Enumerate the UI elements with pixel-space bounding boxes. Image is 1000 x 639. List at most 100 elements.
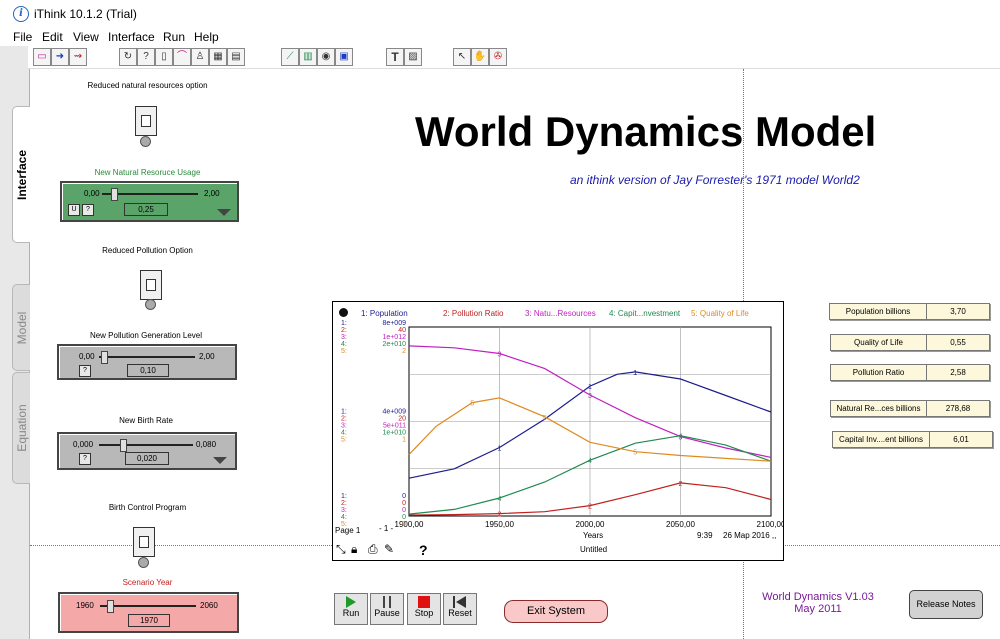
graph-tool-icon[interactable]: ⌒ <box>173 48 191 66</box>
hand-tool-icon[interactable]: ✋ <box>471 48 489 66</box>
slider-value[interactable]: 0,25 <box>124 203 168 216</box>
reset-button-label: Reset <box>448 608 472 618</box>
stop-button-label: Stop <box>414 608 434 618</box>
slider-thumb[interactable] <box>100 351 108 364</box>
page-subtitle: an ithink version of Jay Forrester's 197… <box>570 173 860 187</box>
stop-button[interactable]: Stop <box>407 593 441 625</box>
y-tick-label: 40 <box>398 327 406 334</box>
exit-system-button[interactable]: Exit System <box>504 600 608 623</box>
slider-help-button[interactable]: ? <box>82 204 94 216</box>
flow-tool-icon[interactable]: ➜ <box>51 48 69 66</box>
dynamite-tool-icon[interactable]: ✇ <box>489 48 507 66</box>
numeric-tool-icon[interactable]: ▤ <box>227 48 245 66</box>
print-icon[interactable]: ⎙ <box>368 542 378 557</box>
text-tool-icon[interactable]: T <box>386 48 404 66</box>
picture-tool-icon[interactable]: ▨ <box>404 48 422 66</box>
converter-tool-icon[interactable]: ↻ <box>119 48 137 66</box>
version-info: World Dynamics V1.03 May 2011 <box>756 591 880 615</box>
switch-light-icon <box>138 557 149 568</box>
series-marker: 5 <box>470 401 474 408</box>
reduced-resources-switch[interactable] <box>135 106 157 136</box>
line-graph-icon[interactable]: ⟋ <box>281 48 299 66</box>
slider-value[interactable]: 1970 <box>128 614 170 627</box>
menu-run[interactable]: Run <box>163 30 185 44</box>
population-display: Population billions 3,70 <box>829 303 990 320</box>
x-tick-label: 1900,00 <box>395 520 424 529</box>
pause-icon <box>383 596 391 608</box>
version-date: May 2011 <box>794 603 842 615</box>
y-axis-series-number: 1: <box>341 409 347 416</box>
tab-interface[interactable]: Interface <box>12 106 30 243</box>
menu-file[interactable]: File <box>13 30 32 44</box>
x-axis-label: Years <box>583 531 604 540</box>
connector-tool-icon[interactable]: ⇝ <box>69 48 87 66</box>
tab-model[interactable]: Model <box>12 284 30 371</box>
series-marker: 1 <box>633 370 637 377</box>
y-tick-label: 20 <box>398 416 406 423</box>
reduced-pollution-switch[interactable] <box>140 270 162 300</box>
page-title: World Dynamics Model <box>415 108 877 155</box>
y-axis-series-number: 5: <box>341 437 347 444</box>
slider-thumb[interactable] <box>111 188 118 201</box>
y-axis-series-number: 1: <box>341 493 347 500</box>
slider-u-button[interactable]: U <box>68 204 80 216</box>
switch-light-icon <box>140 136 151 147</box>
play-icon <box>346 596 356 608</box>
magic-wand-icon[interactable]: ✎ <box>384 542 394 556</box>
series-marker: 4 <box>588 458 592 465</box>
help-icon[interactable]: ? <box>419 542 428 558</box>
x-tick-label: 2100,00 <box>757 520 783 529</box>
slider-thumb[interactable] <box>119 439 127 452</box>
y-tick-label: 0 <box>402 507 406 514</box>
wand-icon[interactable]: ⤡ <box>336 542 346 557</box>
chevron-down-icon[interactable] <box>213 457 227 464</box>
menu-interface[interactable]: Interface <box>108 30 155 44</box>
menu-edit[interactable]: Edit <box>42 30 63 44</box>
series-marker: 4 <box>498 496 502 503</box>
pollution-generation-slider[interactable]: 0,00 2,00 ? 0,10 <box>57 344 237 380</box>
table-tool-icon[interactable]: ▦ <box>209 48 227 66</box>
stock-tool-icon[interactable]: ▭ <box>33 48 51 66</box>
slider-value[interactable]: 0,10 <box>127 364 169 377</box>
switch-tool-icon[interactable]: ▯ <box>155 48 173 66</box>
release-notes-button[interactable]: Release Notes <box>909 590 983 619</box>
chevron-down-icon[interactable] <box>217 209 231 216</box>
pointer-tool-icon[interactable]: ↖ <box>453 48 471 66</box>
reset-button[interactable]: Reset <box>443 593 477 625</box>
scenario-year-slider[interactable]: 1960 2060 1970 <box>58 592 239 633</box>
graph-title: Untitled <box>580 545 608 554</box>
series-marker: 5 <box>633 450 637 457</box>
birth-control-switch[interactable] <box>133 527 155 557</box>
pause-button[interactable]: Pause <box>370 593 404 625</box>
knob-tool-icon[interactable]: ♙ <box>191 48 209 66</box>
y-axis-series-number: 2: <box>341 327 347 334</box>
slider-help-button[interactable]: ? <box>79 365 91 377</box>
resource-usage-slider[interactable]: 0,00 2,00 U ? 0,25 <box>60 181 239 222</box>
run-button[interactable]: Run <box>334 593 368 625</box>
scenario-year-label: Scenario Year <box>122 578 173 587</box>
birth-rate-slider[interactable]: 0,000 0,080 ? 0,020 <box>57 432 237 470</box>
dial-tool-icon[interactable]: ◉ <box>317 48 335 66</box>
menu-view[interactable]: View <box>73 30 99 44</box>
slider-track <box>99 356 195 358</box>
series-marker: 2 <box>498 512 502 519</box>
y-axis-series-number: 4: <box>341 341 347 348</box>
birth-rate-label: New Birth Rate <box>119 416 173 425</box>
bar-graph-icon[interactable]: ▥ <box>299 48 317 66</box>
y-tick-label: 0 <box>402 514 406 521</box>
reduced-resources-label: Reduced natural resources option <box>87 81 208 90</box>
left-tab-track: Interface Map Model Equation <box>0 46 30 639</box>
lock-icon[interactable]: 🔒︎ <box>351 542 357 557</box>
tab-equation[interactable]: Equation <box>12 372 30 484</box>
series-marker: 2 <box>588 504 592 511</box>
slider-help-button[interactable]: ? <box>79 453 91 465</box>
button-tool-icon[interactable]: ▣ <box>335 48 353 66</box>
y-axis-series-number: 2: <box>341 500 347 507</box>
y-tick-label: 1e+010 <box>382 430 406 437</box>
series-marker: 4 <box>679 434 683 441</box>
help-tool-icon[interactable]: ? <box>137 48 155 66</box>
slider-thumb[interactable] <box>106 600 114 613</box>
graph-panel[interactable]: 1: Population 2: Pollution Ratio 3: Natu… <box>332 301 784 561</box>
menu-help[interactable]: Help <box>194 30 219 44</box>
slider-value[interactable]: 0,020 <box>125 452 169 465</box>
